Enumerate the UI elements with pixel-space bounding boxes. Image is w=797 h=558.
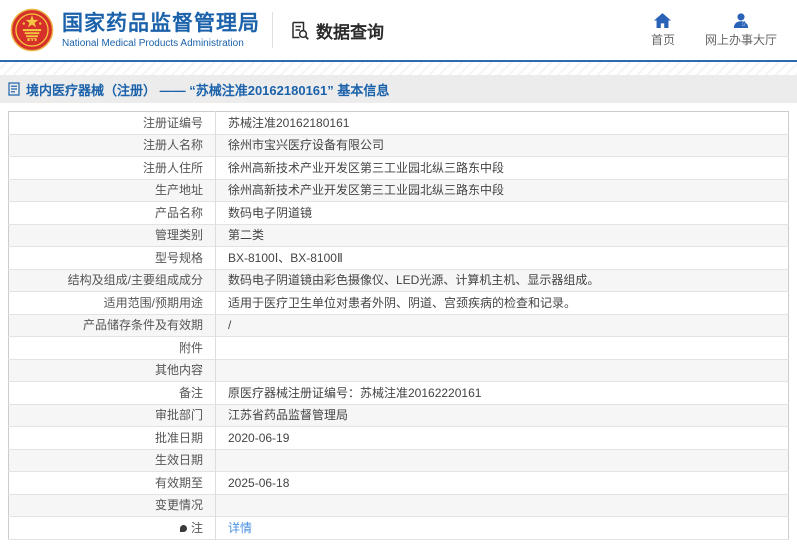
field-label: 注册人名称: [8, 134, 216, 157]
table-row: 型号规格 BX-8100Ⅰ、BX-8100Ⅱ: [8, 246, 789, 269]
table-row: 附件: [8, 336, 789, 360]
home-icon: [654, 12, 672, 28]
table-row: 有效期至 2025-06-18: [8, 471, 789, 494]
field-value: 徐州高新技术产业开发区第三工业园北纵三路东中段: [228, 160, 505, 175]
table-row: 变更情况: [8, 494, 789, 517]
field-value: 徐州市宝兴医疗设备有限公司: [228, 138, 385, 153]
field-value: 2025-06-18: [228, 475, 290, 490]
table-row: 注册人名称 徐州市宝兴医疗设备有限公司: [8, 134, 789, 157]
table-row: 注册人住所 徐州高新技术产业开发区第三工业园北纵三路东中段: [8, 156, 789, 179]
field-label: 生产地址: [8, 179, 216, 202]
field-value: [216, 337, 789, 360]
field-value: [216, 494, 789, 517]
data-query-tab[interactable]: 数据查询: [289, 18, 384, 43]
breadcrumb: 境内医疗器械（注册） —— “苏械注准20162180161” 基本信息: [0, 75, 797, 103]
field-label: 管理类别: [8, 224, 216, 247]
table-row: 注册证编号 苏械注准20162180161: [8, 111, 789, 134]
field-value: 数码电子阴道镜: [228, 205, 313, 220]
data-query-label: 数据查询: [316, 22, 384, 42]
field-label: 注册人住所: [8, 156, 216, 179]
field-label: 其他内容: [8, 359, 216, 382]
field-value: 2020-06-19: [228, 430, 290, 445]
site-logo[interactable]: 国家药品监督管理局 National Medical Products Admi…: [10, 8, 260, 52]
field-value: 原医疗器械注册证编号：苏械注准20162220161: [228, 385, 482, 400]
nav-item-service-hall[interactable]: 网上办事大厅: [704, 12, 777, 48]
field-value: 数码电子阴道镜由彩色摄像仪、LED光源、计算机主机、显示器组成。: [228, 273, 600, 288]
header-divider: [272, 12, 273, 48]
field-value: 第二类: [228, 228, 265, 243]
detail-link[interactable]: 详情: [228, 521, 252, 535]
breadcrumb-text: 境内医疗器械（注册） —— “苏械注准20162180161” 基本信息: [26, 82, 390, 98]
registration-info-table: 注册证编号 苏械注准20162180161 注册人名称 徐州市宝兴医疗设备有限公司 注册…: [8, 111, 789, 540]
site-title-en: National Medical Products Administration: [62, 37, 244, 49]
field-value: 江苏省药品监督管理局: [228, 408, 349, 423]
table-row: 其他内容: [8, 359, 789, 382]
field-label: 产品名称: [8, 201, 216, 224]
nav-item-label: 网上办事大厅: [704, 32, 777, 47]
field-label: 产品储存条件及有效期: [8, 314, 216, 337]
table-row: 产品名称 数码电子阴道镜: [8, 201, 789, 224]
nav-item-label: 首页: [650, 32, 675, 47]
document-search-icon: [292, 21, 309, 40]
site-title-block: 国家药品监督管理局 National Medical Products Admi…: [62, 11, 260, 50]
site-title-cn: 国家药品监督管理局: [62, 11, 260, 35]
field-value: 适用于医疗卫生单位对患者外阴、阴道、宫颈疾病的检查和记录。: [228, 295, 577, 310]
table-row: 审批部门 江苏省药品监督管理局: [8, 404, 789, 427]
header-nav: 首页 网上办事大厅: [650, 12, 797, 48]
field-value: /: [228, 318, 232, 333]
field-value: 苏械注准20162180161: [228, 115, 350, 130]
field-label: 备注: [8, 381, 216, 404]
table-row: 产品储存条件及有效期 /: [8, 314, 789, 337]
field-label: 结构及组成/主要组成成分: [8, 269, 216, 292]
field-label: 批准日期: [8, 426, 216, 449]
header: 国家药品监督管理局 National Medical Products Admi…: [0, 0, 797, 62]
registration-info-section: 注册证编号 苏械注准20162180161 注册人名称 徐州市宝兴医疗设备有限公司 注册…: [8, 111, 789, 540]
field-label: 注: [8, 516, 216, 539]
table-row: 适用范围/预期用途 适用于医疗卫生单位对患者外阴、阴道、宫颈疾病的检查和记录。: [8, 291, 789, 314]
china-national-emblem-icon: [10, 8, 54, 52]
field-label: 有效期至: [8, 471, 216, 494]
field-label: 型号规格: [8, 246, 216, 269]
table-row: 批准日期 2020-06-19: [8, 426, 789, 449]
field-value: 徐州高新技术产业开发区第三工业园北纵三路东中段: [228, 183, 505, 198]
field-value: [216, 359, 789, 382]
field-value: BX-8100Ⅰ、BX-8100Ⅱ: [228, 250, 343, 265]
info-table-body: 注册证编号 苏械注准20162180161 注册人名称 徐州市宝兴医疗设备有限公司 注册…: [8, 111, 789, 540]
person-icon: [733, 12, 749, 28]
field-label: 注册证编号: [8, 111, 216, 134]
field-label: 适用范围/预期用途: [8, 291, 216, 314]
table-row: 生产地址 徐州高新技术产业开发区第三工业园北纵三路东中段: [8, 179, 789, 202]
note-dot-icon: [179, 525, 187, 533]
table-row: 生效日期: [8, 449, 789, 472]
field-label: 生效日期: [8, 449, 216, 472]
field-value: 详情: [216, 517, 789, 540]
nav-item-home[interactable]: 首页: [650, 12, 675, 48]
table-row: 注详情: [8, 516, 789, 540]
field-label: 附件: [8, 336, 216, 359]
field-label: 审批部门: [8, 404, 216, 427]
table-row: 结构及组成/主要组成成分 数码电子阴道镜由彩色摄像仪、LED光源、计算机主机、显示…: [8, 269, 789, 292]
decorative-stripe-band: [0, 62, 797, 75]
table-row: 管理类别 第二类: [8, 224, 789, 247]
field-label: 变更情况: [8, 494, 216, 517]
field-value: [216, 449, 789, 472]
table-row: 备注 原医疗器械注册证编号：苏械注准20162220161: [8, 381, 789, 404]
document-icon: [8, 82, 20, 96]
